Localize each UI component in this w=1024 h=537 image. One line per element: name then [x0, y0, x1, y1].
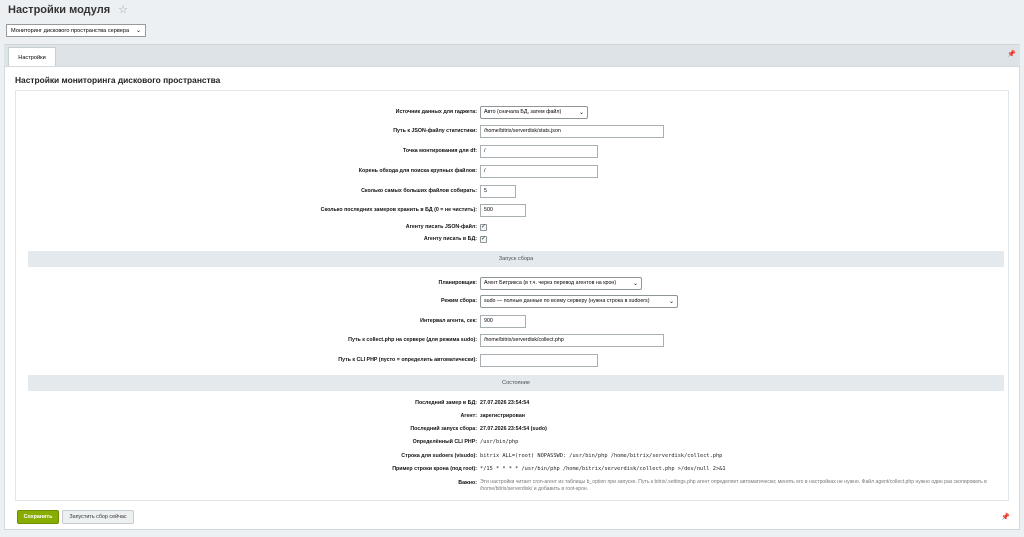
cron-label: Пример строки крона (под root):: [392, 466, 477, 472]
module-select[interactable]: Мониторинг дискового пространства сервер…: [6, 24, 146, 37]
mode-label: Режим сбора:: [440, 298, 477, 304]
row-collect-path: Путь к collect.php на сервере (для режим…: [16, 333, 1010, 347]
row-sudoers: Строка для sudoers (visudo): bitrix ALL=…: [16, 449, 1010, 463]
json-path-label: Путь к JSON-файлу статистики:: [393, 128, 477, 134]
page-title: Настройки модуля: [8, 4, 111, 16]
row-keep: Сколько последних замеров хранить в БД (…: [16, 203, 1010, 217]
cli-label: Определённый CLI PHP:: [412, 439, 477, 445]
mode-select-value: sudo — полные данные по всему серверу (н…: [484, 298, 650, 304]
pin-icon[interactable]: 📌: [1001, 513, 1010, 521]
mount-input[interactable]: /: [480, 144, 598, 158]
agent-label: Агент:: [460, 413, 477, 419]
row-agent-db: Агенту писать в БД: ✓: [16, 232, 1010, 246]
interval-label: Интервал агента, сек:: [420, 318, 477, 324]
settings-form: Источник данных для гаджета: Авто (снача…: [15, 90, 1009, 501]
agent-db-checkbox[interactable]: ✓: [480, 235, 487, 243]
row-cli-php: Путь к CLI PHP (пусто = определить автом…: [16, 353, 1010, 367]
sudoers-label: Строка для sudoers (visudo):: [401, 453, 477, 459]
section-collect: Запуск сбора: [28, 251, 1004, 267]
scheduler-label: Планировщик:: [438, 280, 477, 286]
row-json-path: Путь к JSON-файлу статистики: /home/bitr…: [16, 124, 1010, 138]
sudoers-value: bitrix ALL=(root) NOPASSWD: /usr/bin/php…: [480, 453, 723, 459]
settings-panel: Настройки мониторинга дискового простран…: [4, 66, 1020, 530]
run-collect-button[interactable]: Запустить сбор сейчас: [62, 510, 134, 524]
source-label: Источник данных для гаджета:: [395, 109, 477, 115]
row-mount: Точка монтирования для df: /: [16, 144, 1010, 158]
row-cli: Определённый CLI PHP: /usr/bin/php: [16, 435, 1010, 449]
agent-value: зарегистрирован: [480, 413, 525, 419]
row-source: Источник данных для гаджета: Авто (снача…: [16, 105, 1010, 119]
last-measure-label: Последний замер в БД:: [415, 400, 477, 406]
top-files-label: Сколько самых больших файлов собирать:: [361, 188, 477, 194]
cli-value: /usr/bin/php: [480, 439, 519, 445]
cli-php-label: Путь к CLI PHP (пусто = определить автом…: [338, 357, 477, 363]
row-interval: Интервал агента, сек: 900: [16, 314, 1010, 328]
last-run-label: Последний запуск сбора:: [410, 426, 477, 432]
module-select-value: Мониторинг дискового пространства сервер…: [11, 27, 130, 34]
root-label: Корень обхода для поиска крупных файлов:: [358, 168, 477, 174]
scheduler-select[interactable]: Агент Битрикса (в т.ч. через перевод аге…: [480, 276, 642, 290]
chevron-down-icon: ⌄: [578, 109, 584, 116]
agent-db-label: Агенту писать в БД:: [423, 236, 477, 242]
mount-label: Точка монтирования для df:: [403, 148, 477, 154]
row-top-files: Сколько самых больших файлов собирать: 5: [16, 184, 1010, 198]
row-scheduler: Планировщик: Агент Битрикса (в т.ч. чере…: [16, 276, 1010, 290]
row-root: Корень обхода для поиска крупных файлов:…: [16, 164, 1010, 178]
cli-php-input[interactable]: [480, 353, 598, 367]
scheduler-select-value: Агент Битрикса (в т.ч. через перевод аге…: [484, 280, 617, 286]
row-mode: Режим сбора: sudo — полные данные по все…: [16, 294, 1010, 308]
chevron-down-icon: ⌄: [135, 28, 141, 34]
source-select-value: Авто (сначала БД, затем файл): [484, 109, 562, 115]
cron-value: */15 * * * * /usr/bin/php /home/bitrix/s…: [480, 466, 726, 472]
tab-settings[interactable]: Настройки: [8, 47, 56, 67]
tab-settings-label: Настройки: [18, 54, 46, 61]
source-select[interactable]: Авто (сначала БД, затем файл) ⌄: [480, 105, 588, 119]
last-run-value: 27.07.2026 23:54:54 (sudo): [480, 426, 547, 432]
keep-label: Сколько последних замеров хранить в БД (…: [320, 207, 477, 213]
row-cron: Пример строки крона (под root): */15 * *…: [16, 462, 1010, 476]
top-files-input[interactable]: 5: [480, 184, 516, 198]
row-last-run: Последний запуск сбора: 27.07.2026 23:54…: [16, 422, 1010, 436]
interval-input[interactable]: 900: [480, 314, 526, 328]
save-button[interactable]: Сохранить: [17, 510, 59, 524]
row-important: Важно: Эти настройки читает cron-агент и…: [16, 476, 1010, 496]
keep-input[interactable]: 500: [480, 203, 526, 217]
last-measure-value: 27.07.2026 23:54:54: [480, 400, 530, 406]
row-agent: Агент: зарегистрирован: [16, 409, 1010, 423]
pin-icon[interactable]: 📌: [1007, 50, 1016, 58]
star-icon[interactable]: ☆: [118, 4, 128, 16]
collect-path-input[interactable]: /home/bitrix/serverdisk/collect.php: [480, 333, 664, 347]
chevron-down-icon: ⌄: [668, 298, 674, 305]
row-last-measure: Последний замер в БД: 27.07.2026 23:54:5…: [16, 396, 1010, 410]
section-state: Состояние: [28, 375, 1004, 391]
mode-select[interactable]: sudo — полные данные по всему серверу (н…: [480, 294, 678, 308]
collect-path-label: Путь к collect.php на сервере (для режим…: [348, 337, 477, 343]
panel-title: Настройки мониторинга дискового простран…: [15, 75, 221, 85]
json-path-input[interactable]: /home/bitrix/serverdisk/stats.json: [480, 124, 664, 138]
title-row: Настройки модуля ☆: [8, 4, 128, 16]
root-input[interactable]: /: [480, 164, 598, 178]
chevron-down-icon: ⌄: [632, 280, 638, 287]
tab-bar: Настройки 📌: [4, 44, 1020, 67]
important-label: Важно:: [458, 480, 477, 486]
important-note: Эти настройки читает cron-агент из табли…: [480, 479, 987, 492]
agent-json-checkbox[interactable]: ✓: [480, 223, 487, 231]
